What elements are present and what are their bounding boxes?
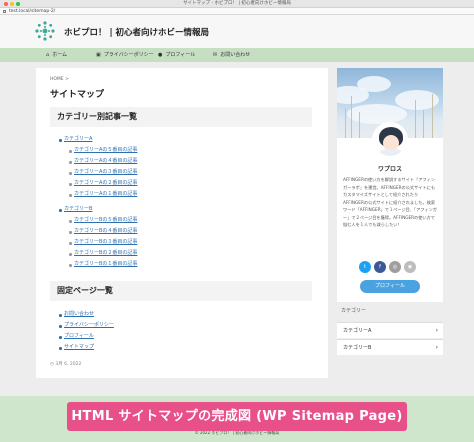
sidebar-category-b[interactable]: カテゴリーB › (337, 339, 443, 355)
page-title: サイトマップ (50, 90, 105, 100)
bullet (59, 347, 62, 350)
profile-name: ワプロス (377, 166, 402, 173)
category-section-heading: カテゴリー別記事一覧 (50, 107, 312, 127)
bullet (69, 231, 72, 234)
nav-item-privacy[interactable]: ▣ プライバシーポリシー (96, 48, 154, 62)
profile-button[interactable]: プロフィール (360, 280, 420, 293)
main-content: HOME > サイトマップ カテゴリー別記事一覧 カテゴリーA カテゴリーAの５… (36, 68, 328, 378)
bullet (69, 253, 72, 256)
home-icon: ⌂ (46, 52, 50, 58)
category-widget-heading: カテゴリー (341, 308, 367, 314)
page-link-contact[interactable]: お問い合わせ (64, 311, 94, 318)
breadcrumb[interactable]: HOME > (50, 77, 69, 82)
sidebar-category-label: カテゴリーB (343, 345, 372, 351)
section-heading-text: 固定ページ一覧 (57, 286, 113, 295)
page-link-sitemap[interactable]: サイトマップ (64, 344, 94, 351)
post-link[interactable]: カテゴリーBの１番目の記事 (74, 261, 137, 268)
page-link-profile[interactable]: プロフィール (64, 333, 94, 340)
chevron-right-icon: › (435, 344, 438, 351)
pages-section-heading: 固定ページ一覧 (50, 281, 312, 301)
rss-icon[interactable]: ◉ (404, 261, 416, 273)
bullet (59, 336, 62, 339)
nav-item-contact[interactable]: ✉ お問い合わせ (213, 48, 250, 62)
bullet (69, 264, 72, 267)
avatar (372, 122, 408, 158)
post-link[interactable]: カテゴリーAの２番目の記事 (74, 180, 137, 187)
bullet (59, 314, 62, 317)
post-link[interactable]: カテゴリーBの５番目の記事 (74, 217, 137, 224)
twitter-icon[interactable]: t (359, 261, 371, 273)
person-icon: ● (158, 52, 163, 58)
bullet (59, 325, 62, 328)
caption-banner: HTML サイトマップの完成図 (WP Sitemap Page) (67, 402, 407, 431)
bullet (69, 172, 72, 175)
bullet (69, 220, 72, 223)
address-bar[interactable]: test.local/sitemap-2/ (0, 8, 474, 15)
sidebar-category-a[interactable]: カテゴリーA › (337, 322, 443, 338)
browser-titlebar: サイトマップ - ホビプロ！ | 初心者向けホビー情報局 (0, 0, 474, 8)
category-widget: カテゴリー カテゴリーA › カテゴリーB › (337, 305, 443, 361)
chevron-right-icon: › (435, 327, 438, 334)
bullet (59, 139, 62, 142)
mail-icon: ✉ (213, 52, 218, 58)
post-link[interactable]: カテゴリーBの３番目の記事 (74, 239, 137, 246)
global-nav: ⌂ ホーム ▣ プライバシーポリシー ● プロフィール ✉ お問い合わせ (0, 48, 474, 62)
instagram-icon[interactable]: ◎ (389, 261, 401, 273)
facebook-icon[interactable]: f (374, 261, 386, 273)
window-title: サイトマップ - ホビプロ！ | 初心者向けホビー情報局 (183, 1, 291, 6)
nav-item-label: プロフィール (165, 52, 196, 58)
post-link[interactable]: カテゴリーBの４番目の記事 (74, 228, 137, 235)
site-logo-icon[interactable] (34, 20, 56, 42)
category-link-a[interactable]: カテゴリーA (64, 136, 92, 143)
bullet (59, 209, 62, 212)
nav-item-label: プライバシーポリシー (103, 52, 154, 58)
profile-description: AFFINGERの使い方を解説するサイト「アフィンガーラボ」を運営。AFFING… (343, 177, 437, 227)
post-date: ◷ 3月 6, 2022 (50, 361, 81, 367)
nav-item-label: ホーム (52, 52, 68, 58)
post-link[interactable]: カテゴリーBの２番目の記事 (74, 250, 137, 257)
screenshot-root: サイトマップ - ホビプロ！ | 初心者向けホビー情報局 test.local/… (0, 0, 474, 442)
caption-banner-text: HTML サイトマップの完成図 (WP Sitemap Page) (71, 409, 403, 424)
category-link-b[interactable]: カテゴリーB (64, 206, 92, 213)
bullet (69, 194, 72, 197)
bullet (69, 150, 72, 153)
page-link-privacy[interactable]: プライバシーポリシー (64, 322, 114, 329)
post-link[interactable]: カテゴリーAの３番目の記事 (74, 169, 137, 176)
bullet (69, 161, 72, 164)
bullet (69, 242, 72, 245)
lock-icon (3, 9, 6, 13)
nav-item-profile[interactable]: ● プロフィール (158, 48, 195, 62)
bullet (69, 183, 72, 186)
section-heading-text: カテゴリー別記事一覧 (57, 112, 137, 121)
post-link[interactable]: カテゴリーAの４番目の記事 (74, 158, 137, 165)
lock-icon: ▣ (96, 52, 101, 58)
profile-card: ワプロス AFFINGERの使い方を解説するサイト「アフィンガーラボ」を運営。A… (337, 68, 443, 302)
post-link[interactable]: カテゴリーAの１番目の記事 (74, 191, 137, 198)
post-link[interactable]: カテゴリーAの５番目の記事 (74, 147, 137, 154)
nav-item-home[interactable]: ⌂ ホーム (46, 48, 67, 62)
url-text[interactable]: test.local/sitemap-2/ (9, 8, 55, 15)
site-title[interactable]: ホビプロ！ | 初心者向けホビー情報局 (64, 26, 209, 38)
sidebar-category-label: カテゴリーA (343, 328, 372, 334)
post-date-text: 3月 6, 2022 (55, 362, 82, 367)
nav-item-label: お問い合わせ (220, 52, 251, 58)
